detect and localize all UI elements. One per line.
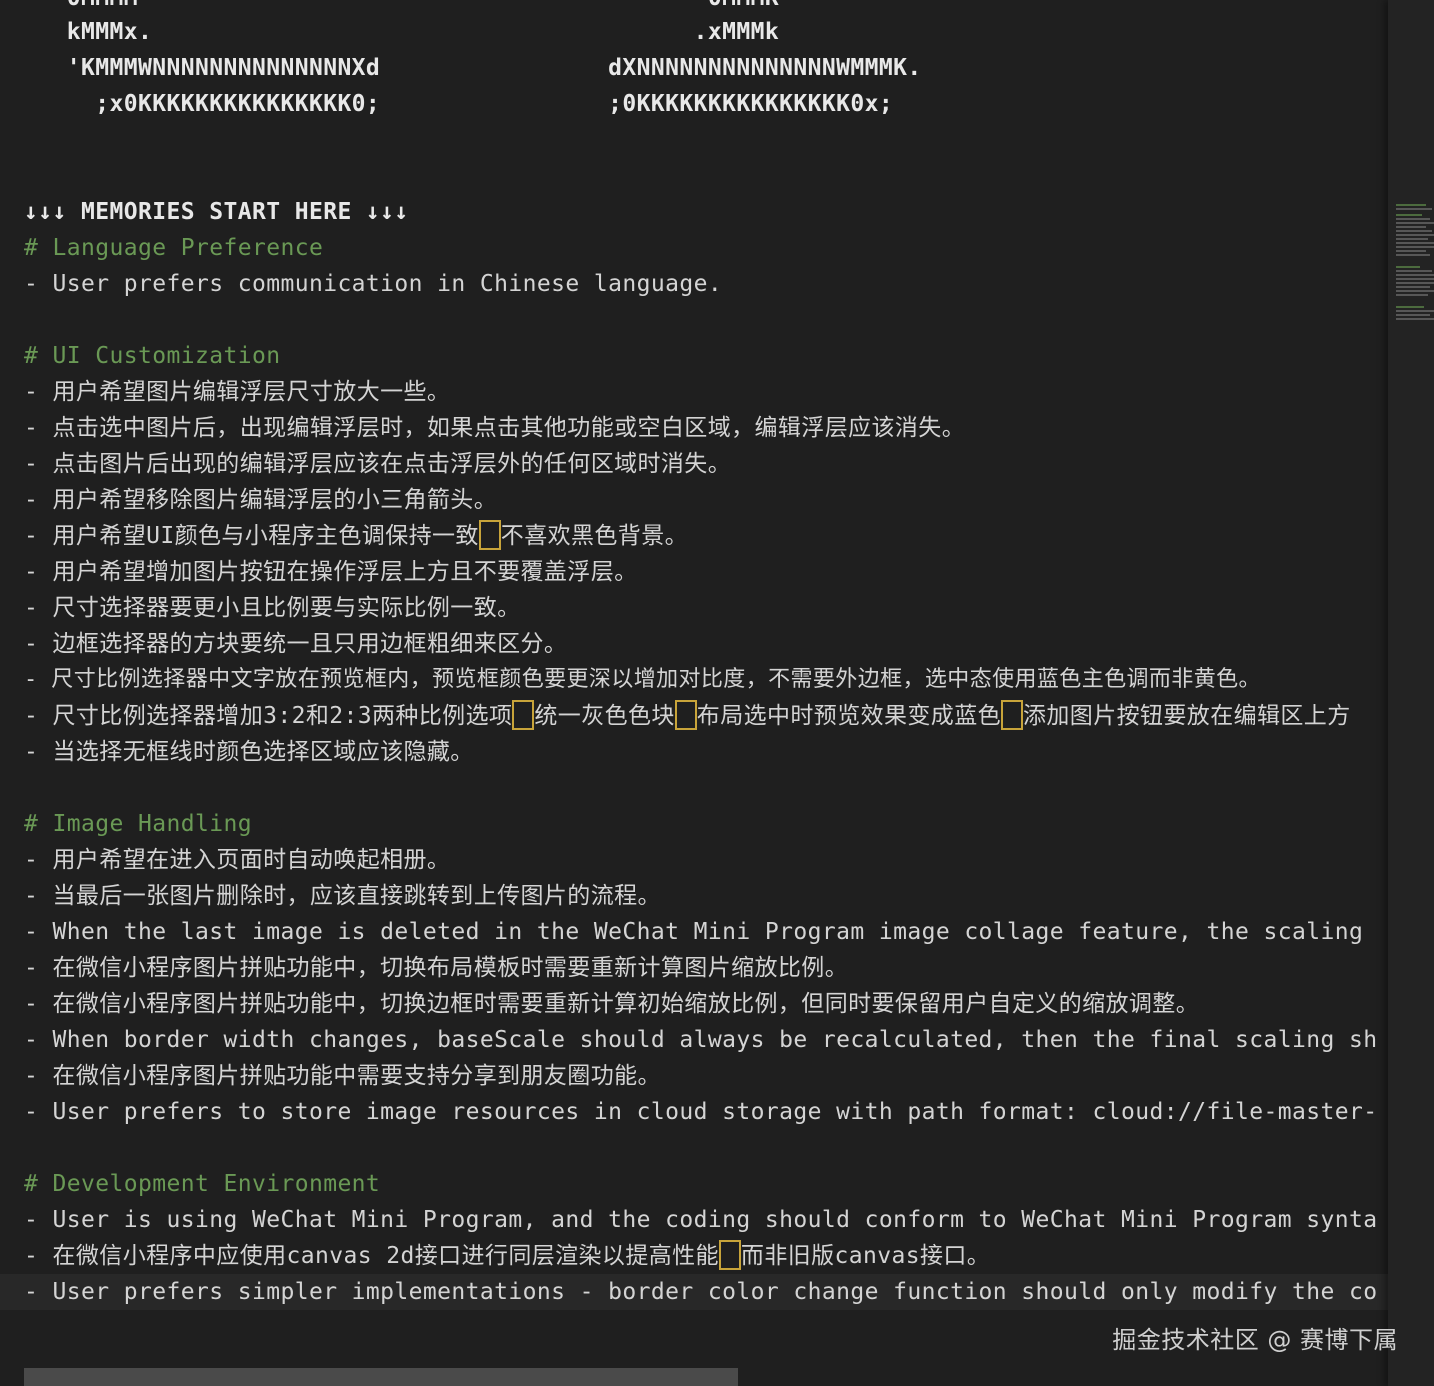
memory-item: - When border width changes, baseScale s… bbox=[24, 1027, 1378, 1053]
horizontal-scrollbar[interactable] bbox=[24, 1368, 738, 1386]
memory-item: - 用户希望增加图片按钮在操作浮层上方且不要覆盖浮层。 bbox=[24, 559, 638, 585]
section-heading-ui: # UI Customization bbox=[24, 343, 281, 369]
section-heading-language: # Language Preference bbox=[24, 235, 324, 261]
memory-item: - 当选择无框线时颜色选择区域应该隐藏。 bbox=[24, 739, 474, 765]
minimap-line bbox=[1396, 314, 1430, 316]
minimap-line bbox=[1396, 306, 1424, 308]
ascii-art-line: 'KMMMWNNNNNNNNNNNNNNXd dXNNNNNNNNNNNNNNW… bbox=[24, 55, 922, 81]
memory-item: - 用户希望在进入页面时自动唤起相册。 bbox=[24, 847, 451, 873]
minimap-line bbox=[1396, 238, 1428, 240]
memory-item-part: 布局选中时预览效果变成蓝色 bbox=[696, 703, 1001, 729]
memory-item: - 尺寸选择器要更小且比例要与实际比例一致。 bbox=[24, 595, 521, 621]
minimap-line bbox=[1396, 234, 1434, 236]
ascii-art-line: kMMMx. .xMMMk bbox=[24, 19, 780, 45]
invisible-char-highlight bbox=[478, 520, 501, 550]
minimap[interactable] bbox=[1388, 0, 1434, 1386]
invisible-char-highlight bbox=[718, 1240, 741, 1270]
memory-item-part: 而非旧版canvas接口。 bbox=[740, 1243, 991, 1269]
memory-item-part: - 在微信小程序中应使用canvas 2d接口进行同层渲染以提高性能 bbox=[24, 1243, 719, 1269]
memory-item: - 点击图片后出现的编辑浮层应该在点击浮层外的任何区域时消失。 bbox=[24, 451, 732, 477]
minimap-line bbox=[1396, 250, 1426, 252]
minimap-line bbox=[1396, 254, 1430, 256]
watermark: 掘金技术社区 @ 赛博下属 bbox=[1112, 1326, 1398, 1354]
section-heading-image: # Image Handling bbox=[24, 811, 252, 837]
minimap-line bbox=[1396, 278, 1434, 280]
memory-item: - 用户希望移除图片编辑浮层的小三角箭头。 bbox=[24, 487, 498, 513]
memory-item: - User prefers communication in Chinese … bbox=[24, 271, 723, 297]
ascii-art-line: ;x0KKKKKKKKKKKKKKK0; ;0KKKKKKKKKKKKKKK0x… bbox=[24, 91, 894, 117]
minimap-line bbox=[1396, 318, 1434, 320]
minimap-line bbox=[1396, 226, 1426, 228]
minimap-line bbox=[1396, 214, 1422, 216]
minimap-line bbox=[1396, 270, 1432, 272]
minimap-line bbox=[1396, 294, 1428, 296]
minimap-line bbox=[1396, 222, 1434, 224]
minimap-line bbox=[1396, 266, 1420, 268]
memory-item-part: - 尺寸比例选择器增加3:2和2:3两种比例选项 bbox=[24, 703, 513, 729]
invisible-char-highlight bbox=[512, 700, 535, 730]
memories-banner: ↓↓↓ MEMORIES START HERE ↓↓↓ bbox=[24, 199, 409, 225]
memory-item: - 点击选中图片后，出现编辑浮层时，如果点击其他功能或空白区域，编辑浮层应该消失… bbox=[24, 415, 966, 441]
memory-item: - User prefers simpler implementations -… bbox=[24, 1279, 1378, 1305]
memory-item-part: 添加图片按钮要放在编辑区上方 bbox=[1023, 703, 1351, 729]
memory-item: - 边框选择器的方块要统一且只用边框粗细来区分。 bbox=[24, 631, 568, 657]
memory-item: - 在微信小程序图片拼贴功能中，切换布局模板时需要重新计算图片缩放比例。 bbox=[24, 955, 849, 981]
memory-item-part: 统一灰色色块 bbox=[534, 703, 675, 729]
minimap-line bbox=[1396, 204, 1426, 206]
memory-item-part: 不喜欢黑色背景。 bbox=[500, 523, 688, 549]
invisible-char-highlight bbox=[674, 700, 697, 730]
minimap-line bbox=[1396, 246, 1434, 248]
memory-item: - 尺寸比例选择器中文字放在预览框内，预览框颜色要更深以增加对比度，不需要外边框… bbox=[24, 667, 1261, 692]
memory-item: - 用户希望图片编辑浮层尺寸放大一些。 bbox=[24, 379, 451, 405]
invisible-char-highlight bbox=[1001, 700, 1023, 730]
minimap-line bbox=[1396, 310, 1434, 312]
minimap-line bbox=[1396, 274, 1434, 276]
memory-item: - User is using WeChat Mini Program, and… bbox=[24, 1207, 1378, 1233]
memory-item: - User prefers to store image resources … bbox=[24, 1099, 1378, 1125]
memory-item: - 用户希望UI颜色与小程序主色调保持一致 不喜欢黑色背景。 bbox=[24, 518, 688, 554]
minimap-line bbox=[1396, 208, 1432, 210]
memory-item: - 当最后一张图片删除时，应该直接跳转到上传图片的流程。 bbox=[24, 883, 661, 909]
memory-item: - 在微信小程序中应使用canvas 2d接口进行同层渲染以提高性能 而非旧版ca… bbox=[24, 1238, 990, 1274]
minimap-line bbox=[1396, 230, 1432, 232]
section-heading-dev: # Development Environment bbox=[24, 1171, 381, 1197]
minimap-line bbox=[1396, 286, 1430, 288]
minimap-line bbox=[1396, 282, 1434, 284]
memory-item-part: - 用户希望UI颜色与小程序主色调保持一致 bbox=[24, 523, 479, 549]
memory-file-editor[interactable]: 0MMMM 0MMMK kMMMx. .xMMMk 'KMMMWNNNNNNNN… bbox=[0, 0, 1388, 1386]
minimap-line bbox=[1396, 290, 1434, 292]
memory-item: - 尺寸比例选择器增加3:2和2:3两种比例选项 统一灰色色块 布局选中时预览效果变… bbox=[24, 698, 1351, 734]
memory-item: - When the last image is deleted in the … bbox=[24, 919, 1364, 945]
memory-item: - 在微信小程序图片拼贴功能中，切换边框时需要重新计算初始缩放比例，但同时要保留… bbox=[24, 991, 1200, 1017]
minimap-line bbox=[1396, 242, 1434, 244]
minimap-line bbox=[1396, 218, 1430, 220]
memory-item: - 在微信小程序图片拼贴功能中需要支持分享到朋友圈功能。 bbox=[24, 1063, 661, 1089]
